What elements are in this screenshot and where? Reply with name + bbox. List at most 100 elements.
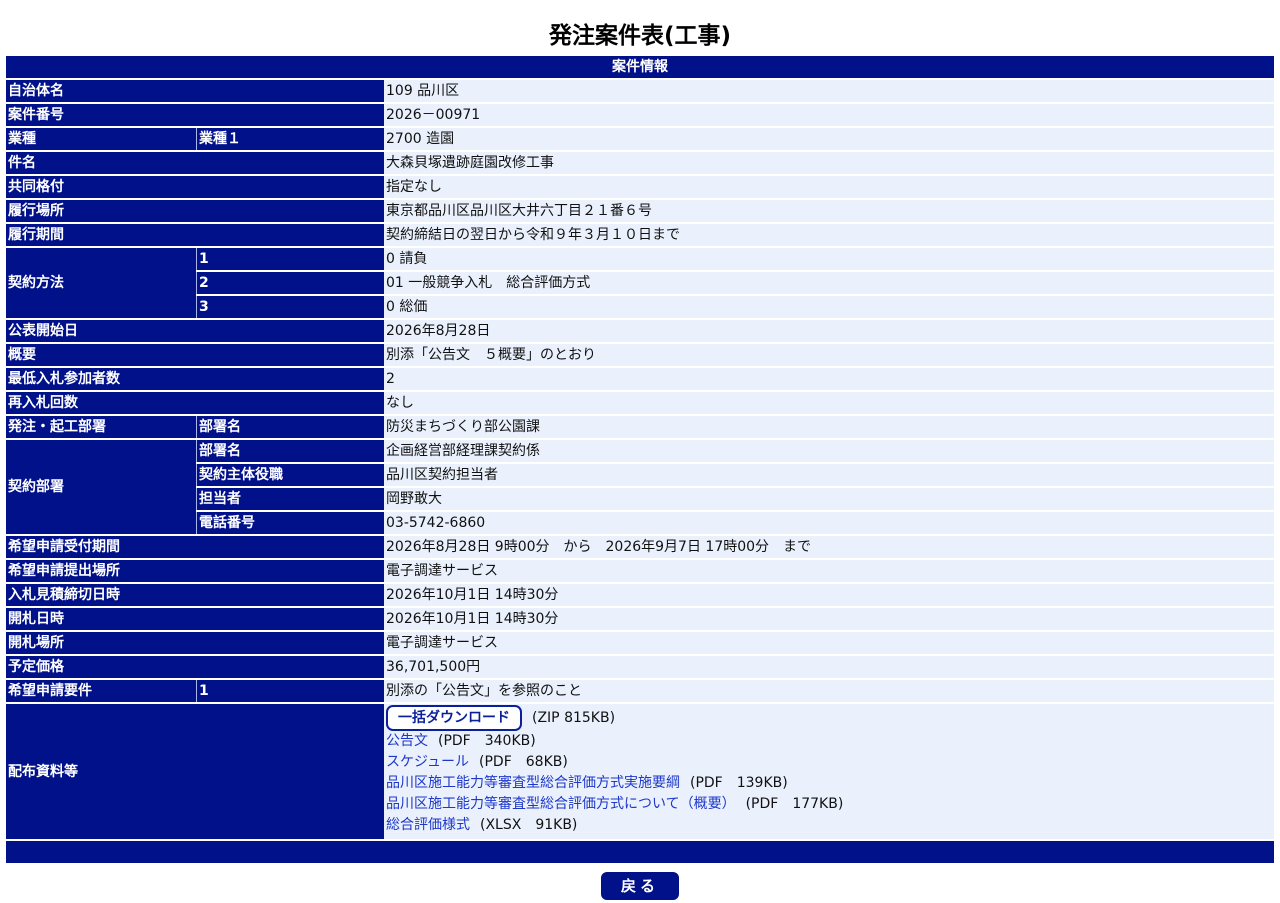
value-min-bidders: 2 [384, 368, 1274, 390]
row-contract-method-1: 契約方法 1 0 請負 [6, 248, 1274, 318]
sublabel-contract-dept-2: 契約主体役職 [196, 464, 384, 486]
value-contract-dept-1: 企画経営部経理課契約係 [384, 440, 1274, 462]
row-joint-rating: 共同格付 指定なし [6, 176, 1274, 198]
row-opening-datetime: 開札日時 2026年10月1日 14時30分 [6, 608, 1274, 630]
label-case-number: 案件番号 [6, 104, 384, 126]
row-documents: 配布資料等 一括ダウンロード (ZIP 815KB) 公告文 (PDF 340KB)… [6, 704, 1274, 839]
value-ordering-dept: 防災まちづくり部公園課 [384, 416, 1274, 438]
label-industry: 業種 [6, 128, 196, 150]
label-opening-place: 開札場所 [6, 632, 384, 654]
label-application-period: 希望申請受付期間 [6, 536, 384, 558]
sublabel-contract-method-3: 3 [196, 296, 384, 318]
row-period: 履行期間 契約締結日の翌日から令和９年３月１０日まで [6, 224, 1274, 246]
value-location: 東京都品川区品川区大井六丁目２１番６号 [384, 200, 1274, 222]
row-location: 履行場所 東京都品川区品川区大井六丁目２１番６号 [6, 200, 1274, 222]
value-rebid-count: なし [384, 392, 1274, 414]
label-location: 履行場所 [6, 200, 384, 222]
document-item: 品川区施工能力等審査型総合評価方式について（概要） (PDF 177KB) [386, 794, 1272, 815]
value-industry: 2700 造園 [384, 128, 1274, 150]
value-case-number: 2026－00971 [384, 104, 1274, 126]
page-title: 発注案件表(工事) [548, 23, 732, 49]
value-application-period: 2026年8月28日 9時00分 から 2026年9月7日 17時00分 まで [384, 536, 1274, 558]
label-title: 件名 [6, 152, 384, 174]
row-estimated-price: 予定価格 36,701,500円 [6, 656, 1274, 678]
value-bid-deadline: 2026年10月1日 14時30分 [384, 584, 1274, 606]
value-contract-dept-2: 品川区契約担当者 [384, 464, 1274, 486]
value-contract-method-2: 01 一般競争入札 総合評価方式 [384, 272, 1274, 294]
row-industry: 業種 業種１ 2700 造園 [6, 128, 1274, 150]
label-municipality: 自治体名 [6, 80, 384, 102]
label-period: 履行期間 [6, 224, 384, 246]
row-application-period: 希望申請受付期間 2026年8月28日 9時00分 から 2026年9月7日 1… [6, 536, 1274, 558]
label-bid-deadline: 入札見積締切日時 [6, 584, 384, 606]
table-footer-bar [6, 841, 1274, 863]
sublabel-contract-dept-4: 電話番号 [196, 512, 384, 534]
row-contract-dept-2: 契約主体役職 品川区契約担当者 [6, 464, 1274, 486]
label-rebid-count: 再入札回数 [6, 392, 384, 414]
row-application-requirements: 希望申請要件 1 別添の「公告文」を参照のこと [6, 680, 1274, 702]
document-meta: (PDF 340KB) [438, 733, 536, 749]
value-estimated-price: 36,701,500円 [384, 656, 1274, 678]
label-min-bidders: 最低入札参加者数 [6, 368, 384, 390]
back-button[interactable]: 戻る [601, 872, 679, 900]
label-publish-date: 公表開始日 [6, 320, 384, 342]
section-header-row: 案件情報 [6, 56, 1274, 78]
value-opening-datetime: 2026年10月1日 14時30分 [384, 608, 1274, 630]
document-link-evaluation-form[interactable]: 総合評価様式 [386, 817, 470, 833]
value-contract-dept-4: 03-5742-6860 [384, 512, 1274, 534]
value-publish-date: 2026年8月28日 [384, 320, 1274, 342]
documents-list: 一括ダウンロード (ZIP 815KB) 公告文 (PDF 340KB) スケジュー… [384, 704, 1274, 839]
document-link-schedule[interactable]: スケジュール [386, 754, 469, 770]
row-contract-method-2: 2 01 一般競争入札 総合評価方式 [6, 272, 1274, 294]
document-meta: (PDF 177KB) [745, 796, 844, 812]
label-application-requirements: 希望申請要件 [6, 680, 196, 702]
label-joint-rating: 共同格付 [6, 176, 384, 198]
document-meta: (PDF 139KB) [690, 775, 788, 791]
value-title: 大森貝塚遺跡庭園改修工事 [384, 152, 1274, 174]
document-item: 品川区施工能力等審査型総合評価方式実施要綱 (PDF 139KB) [386, 773, 1272, 794]
sublabel-ordering-dept: 部署名 [196, 416, 384, 438]
row-case-number: 案件番号 2026－00971 [6, 104, 1274, 126]
row-contract-dept-1: 契約部署 部署名 企画経営部経理課契約係 [6, 440, 1274, 534]
value-application-place: 電子調達サービス [384, 560, 1274, 582]
value-contract-dept-3: 岡野敢大 [384, 488, 1274, 510]
document-link-overview[interactable]: 品川区施工能力等審査型総合評価方式について（概要） [386, 796, 736, 812]
case-info-table: 案件情報 自治体名 109 品川区 案件番号 2026－00971 業種 業種１… [6, 54, 1274, 865]
sublabel-contract-method-2: 2 [196, 272, 384, 294]
value-contract-method-3: 0 総価 [384, 296, 1274, 318]
sublabel-contract-dept-3: 担当者 [196, 488, 384, 510]
label-application-place: 希望申請提出場所 [6, 560, 384, 582]
value-summary: 別添「公告文 ５概要」のとおり [384, 344, 1274, 366]
download-all-meta: (ZIP 815KB) [532, 710, 616, 726]
row-municipality: 自治体名 109 品川区 [6, 80, 1274, 102]
label-summary: 概要 [6, 344, 384, 366]
download-all-button[interactable]: 一括ダウンロード [386, 705, 522, 731]
row-rebid-count: 再入札回数 なし [6, 392, 1274, 414]
row-title: 件名 大森貝塚遺跡庭園改修工事 [6, 152, 1274, 174]
row-min-bidders: 最低入札参加者数 2 [6, 368, 1274, 390]
value-application-requirements: 別添の「公告文」を参照のこと [384, 680, 1274, 702]
row-application-place: 希望申請提出場所 電子調達サービス [6, 560, 1274, 582]
row-contract-method-3: 3 0 総価 [6, 296, 1274, 318]
value-joint-rating: 指定なし [384, 176, 1274, 198]
value-period: 契約締結日の翌日から令和９年３月１０日まで [384, 224, 1274, 246]
document-item: スケジュール (PDF 68KB) [386, 752, 1272, 773]
label-opening-datetime: 開札日時 [6, 608, 384, 630]
sublabel-industry: 業種１ [196, 128, 384, 150]
value-opening-place: 電子調達サービス [384, 632, 1274, 654]
label-ordering-dept: 発注・起工部署 [6, 416, 196, 438]
section-title: 案件情報 [6, 56, 1274, 78]
download-all-line: 一括ダウンロード (ZIP 815KB) [386, 705, 1272, 731]
table-footer-row [6, 841, 1274, 863]
document-link-announcement[interactable]: 公告文 [386, 733, 428, 749]
document-meta: (PDF 68KB) [479, 754, 568, 770]
document-meta: (XLSX 91KB) [480, 817, 578, 833]
row-publish-date: 公表開始日 2026年8月28日 [6, 320, 1274, 342]
row-summary: 概要 別添「公告文 ５概要」のとおり [6, 344, 1274, 366]
label-contract-method: 契約方法 [6, 248, 196, 318]
document-link-guidelines[interactable]: 品川区施工能力等審査型総合評価方式実施要綱 [386, 775, 680, 791]
label-documents: 配布資料等 [6, 704, 384, 839]
value-contract-method-1: 0 請負 [384, 248, 1274, 270]
sublabel-application-requirements: 1 [196, 680, 384, 702]
value-municipality: 109 品川区 [384, 80, 1274, 102]
